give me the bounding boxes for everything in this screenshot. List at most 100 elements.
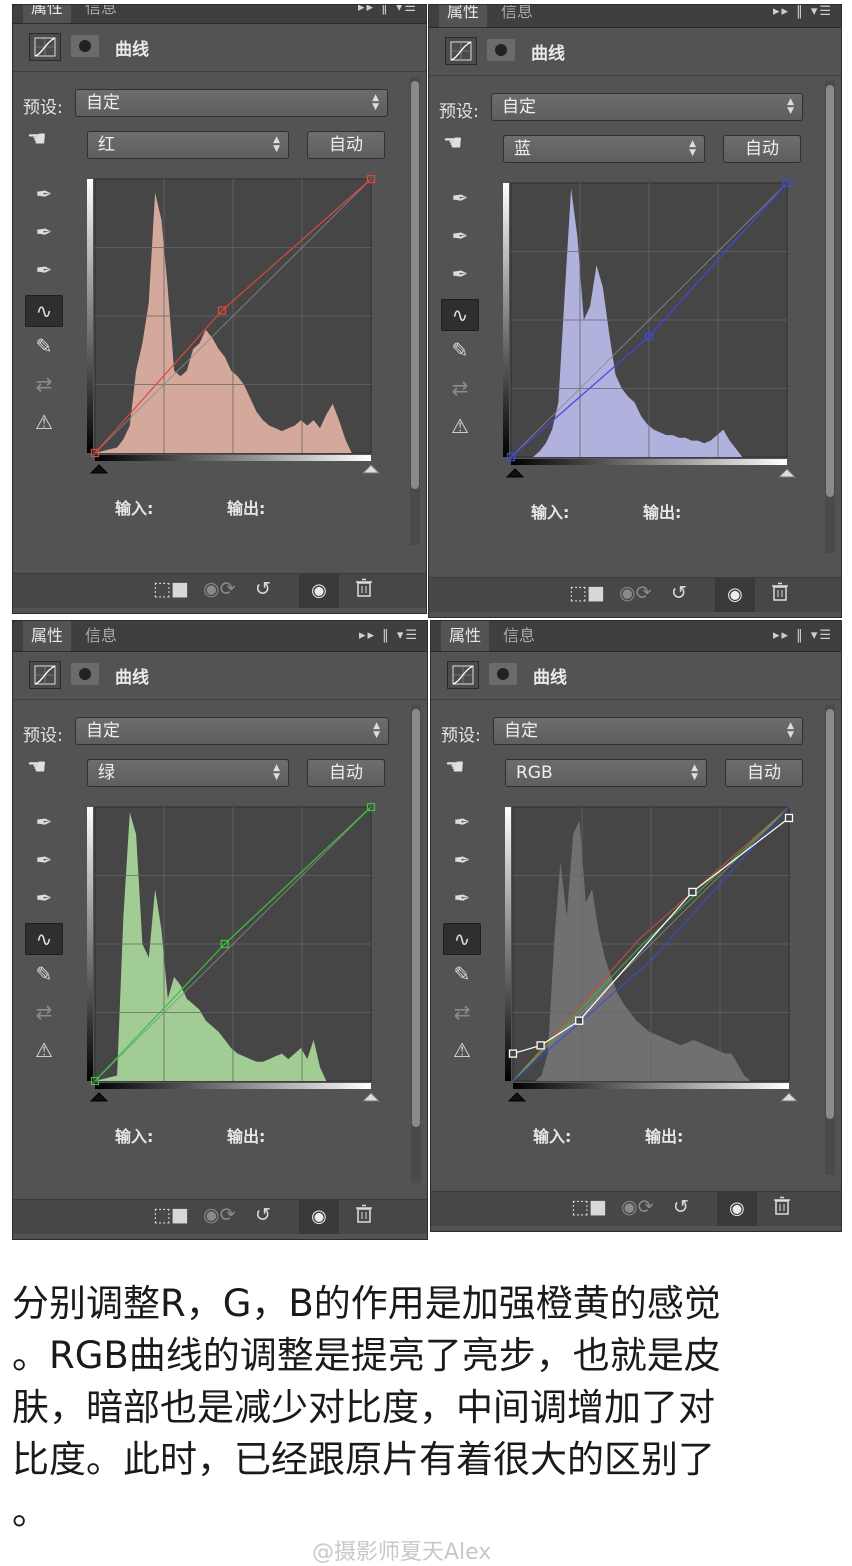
eyedropper-white-icon[interactable]: ✒ bbox=[31, 885, 57, 911]
auto-button[interactable]: 自动 bbox=[307, 131, 385, 159]
eyedropper-black-icon[interactable]: ✒ bbox=[449, 809, 475, 835]
scrollbar-thumb[interactable] bbox=[826, 709, 834, 1119]
scrollbar-thumb[interactable] bbox=[826, 85, 834, 497]
scrollbar[interactable] bbox=[825, 705, 835, 1175]
reset-icon[interactable]: ↺ bbox=[255, 1204, 271, 1226]
tab-properties[interactable]: 属性 bbox=[23, 621, 72, 651]
curves-graph[interactable] bbox=[85, 802, 395, 1121]
reset-icon[interactable]: ↺ bbox=[673, 1196, 689, 1218]
clip-to-layer-icon[interactable]: ⬚■ bbox=[569, 582, 605, 604]
scrollbar-thumb[interactable] bbox=[411, 81, 419, 489]
clipping-warning-icon[interactable]: ⚠ bbox=[449, 1037, 475, 1063]
channel-select[interactable]: RGB ▲ ▼ bbox=[505, 759, 707, 787]
trash-icon[interactable] bbox=[355, 1204, 373, 1229]
trash-icon[interactable] bbox=[771, 582, 789, 607]
trash-icon[interactable] bbox=[355, 578, 373, 603]
scrollbar[interactable] bbox=[410, 77, 420, 545]
visibility-eye-icon[interactable]: ◉ bbox=[299, 1200, 339, 1234]
chevron-updown-icon: ▲ ▼ bbox=[273, 135, 280, 154]
panel-menu-icon[interactable]: ▸▸ ‖ ▾☰ bbox=[773, 621, 833, 651]
clipping-warning-icon[interactable]: ⚠ bbox=[447, 413, 473, 439]
smooth-icon[interactable]: ⇄ bbox=[31, 371, 57, 397]
view-previous-icon[interactable]: ◉⟳ bbox=[619, 582, 652, 604]
scrollbar[interactable] bbox=[825, 81, 835, 553]
eyedropper-black-icon[interactable]: ✒ bbox=[447, 185, 473, 211]
tab-info[interactable]: 信息 bbox=[495, 621, 543, 651]
smooth-icon[interactable]: ⇄ bbox=[449, 999, 475, 1025]
clipping-warning-icon[interactable]: ⚠ bbox=[31, 409, 57, 435]
auto-button[interactable]: 自动 bbox=[723, 135, 801, 163]
preset-select[interactable]: 自定 ▲ ▼ bbox=[75, 89, 388, 117]
channel-select[interactable]: 绿 ▲ ▼ bbox=[87, 759, 289, 787]
eyedropper-white-icon[interactable]: ✒ bbox=[449, 885, 475, 911]
eyedropper-gray-icon[interactable]: ✒ bbox=[31, 219, 57, 245]
channel-select[interactable]: 红 ▲ ▼ bbox=[87, 131, 289, 159]
targeted-adjustment-icon[interactable]: ☚ bbox=[27, 127, 47, 152]
clip-to-layer-icon[interactable]: ⬚■ bbox=[153, 1204, 189, 1226]
panel-menu-icon[interactable]: ▸▸ ‖ ▾☰ bbox=[773, 5, 833, 27]
curves-graph-svg[interactable] bbox=[503, 803, 813, 1121]
panel-menu-icon[interactable]: ▸▸ ‖ ▾☰ bbox=[359, 621, 419, 651]
curve-point-tool-icon[interactable]: ∿ bbox=[441, 299, 479, 331]
clip-to-layer-icon[interactable]: ⬚■ bbox=[571, 1196, 607, 1218]
black-point-slider bbox=[505, 468, 525, 478]
curves-graph-svg[interactable] bbox=[85, 802, 395, 1121]
visibility-eye-icon[interactable]: ◉ bbox=[299, 574, 339, 608]
curves-graph[interactable] bbox=[501, 178, 811, 497]
eyedropper-gray-icon[interactable]: ✒ bbox=[447, 223, 473, 249]
panel-title: 曲线 bbox=[533, 668, 567, 688]
tab-properties[interactable]: 属性 bbox=[439, 5, 488, 27]
view-previous-icon[interactable]: ◉⟳ bbox=[621, 1196, 654, 1218]
eyedropper-gray-icon[interactable]: ✒ bbox=[449, 847, 475, 873]
eyedropper-white-icon[interactable]: ✒ bbox=[447, 261, 473, 287]
pencil-icon[interactable]: ✎ bbox=[31, 961, 57, 987]
channel-select[interactable]: 蓝 ▲ ▼ bbox=[503, 135, 705, 163]
trash-icon[interactable] bbox=[773, 1196, 791, 1221]
clipping-warning-icon[interactable]: ⚠ bbox=[31, 1037, 57, 1063]
mask-icon bbox=[71, 35, 99, 57]
preset-select[interactable]: 自定 ▲ ▼ bbox=[491, 93, 803, 121]
targeted-adjustment-icon[interactable]: ☚ bbox=[27, 755, 47, 780]
tab-properties[interactable]: 属性 bbox=[441, 621, 490, 651]
pencil-icon[interactable]: ✎ bbox=[447, 337, 473, 363]
tab-info[interactable]: 信息 bbox=[77, 621, 125, 651]
channel-value: RGB bbox=[516, 763, 553, 783]
targeted-adjustment-icon[interactable]: ☚ bbox=[443, 131, 463, 156]
pencil-icon[interactable]: ✎ bbox=[449, 961, 475, 987]
eyedropper-white-icon[interactable]: ✒ bbox=[31, 257, 57, 283]
smooth-icon[interactable]: ⇄ bbox=[447, 375, 473, 401]
tab-info[interactable]: 信息 bbox=[493, 5, 541, 27]
curves-adjustment-icon bbox=[29, 33, 61, 61]
tab-properties[interactable]: 属性 bbox=[23, 5, 72, 23]
preset-select[interactable]: 自定 ▲ ▼ bbox=[75, 717, 389, 745]
eyedropper-black-icon[interactable]: ✒ bbox=[31, 181, 57, 207]
curves-graph[interactable] bbox=[503, 803, 813, 1121]
curve-point-tool-icon[interactable]: ∿ bbox=[25, 295, 63, 327]
preset-select[interactable]: 自定 ▲ ▼ bbox=[493, 717, 803, 745]
pencil-icon[interactable]: ✎ bbox=[31, 333, 57, 359]
curve-point-tool-icon[interactable]: ∿ bbox=[443, 923, 481, 955]
clip-to-layer-icon[interactable]: ⬚■ bbox=[153, 578, 189, 600]
eyedropper-black-icon[interactable]: ✒ bbox=[31, 809, 57, 835]
curves-graph[interactable] bbox=[85, 174, 395, 493]
scrollbar[interactable] bbox=[411, 705, 421, 1183]
chevron-updown-icon: ▲ ▼ bbox=[691, 763, 698, 782]
view-previous-icon[interactable]: ◉⟳ bbox=[203, 578, 236, 600]
targeted-adjustment-icon[interactable]: ☚ bbox=[445, 755, 465, 780]
visibility-eye-icon[interactable]: ◉ bbox=[717, 1192, 757, 1226]
smooth-icon[interactable]: ⇄ bbox=[31, 999, 57, 1025]
reset-icon[interactable]: ↺ bbox=[255, 578, 271, 600]
tab-info[interactable]: 信息 bbox=[77, 5, 125, 23]
reset-icon[interactable]: ↺ bbox=[671, 582, 687, 604]
auto-button[interactable]: 自动 bbox=[725, 759, 803, 787]
scrollbar-thumb[interactable] bbox=[412, 709, 420, 1127]
panel-menu-icon[interactable]: ▸▸ ‖ ▾☰ bbox=[358, 5, 418, 23]
curves-graph-svg[interactable] bbox=[85, 174, 395, 493]
output-label: 输出: bbox=[645, 1127, 684, 1146]
curve-point-tool-icon[interactable]: ∿ bbox=[25, 923, 63, 955]
view-previous-icon[interactable]: ◉⟳ bbox=[203, 1204, 236, 1226]
visibility-eye-icon[interactable]: ◉ bbox=[715, 578, 755, 612]
auto-button[interactable]: 自动 bbox=[307, 759, 385, 787]
curves-graph-svg[interactable] bbox=[501, 178, 811, 497]
eyedropper-gray-icon[interactable]: ✒ bbox=[31, 847, 57, 873]
